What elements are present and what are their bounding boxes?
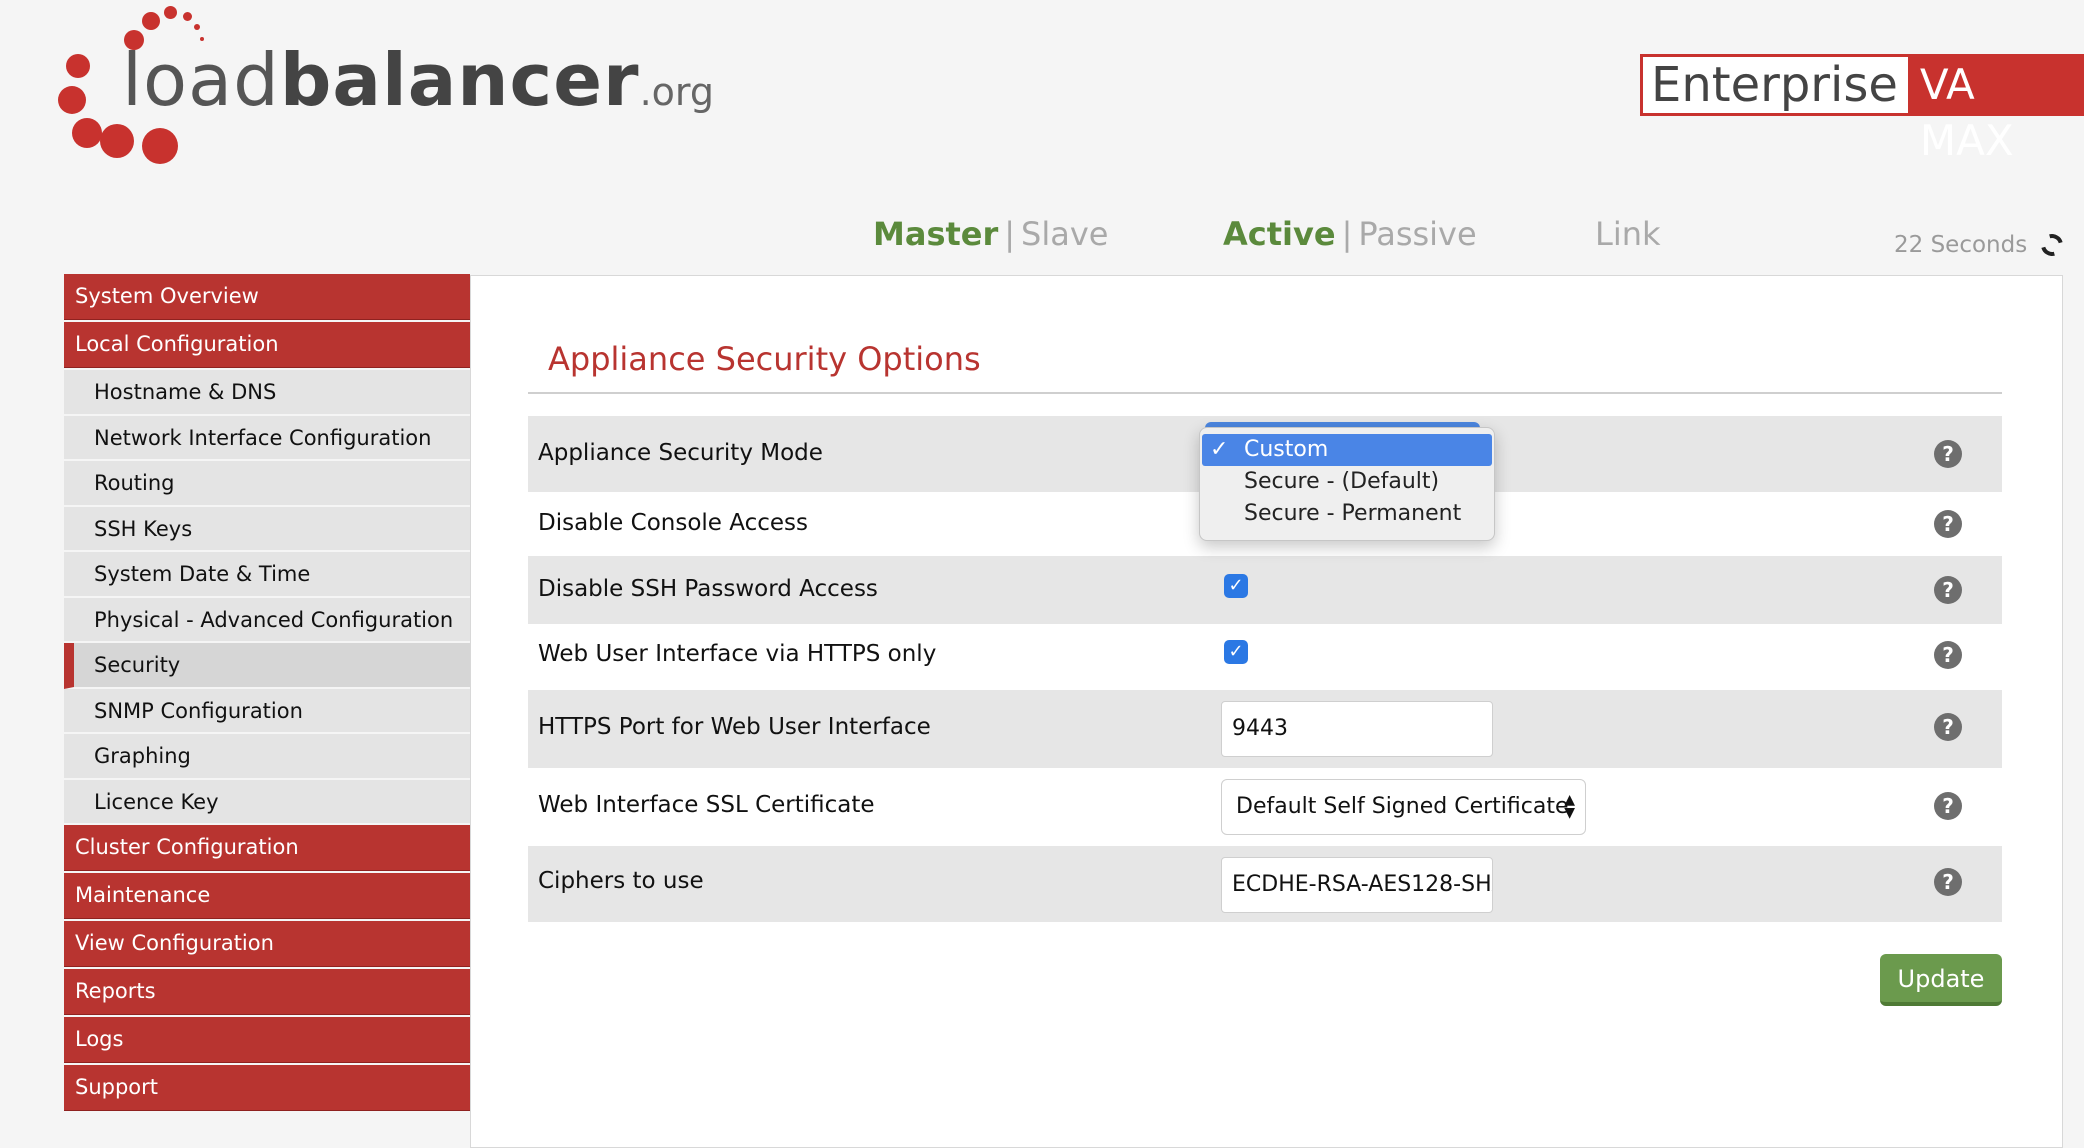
sidebar-item-hostname-dns[interactable]: Hostname & DNS: [64, 370, 470, 416]
label-https-port: HTTPS Port for Web User Interface: [538, 714, 931, 740]
check-icon: ✓: [1210, 437, 1229, 462]
edition-badge: Enterprise VA MAX: [1640, 54, 2084, 165]
sidebar-item-snmp[interactable]: SNMP Configuration: [64, 688, 470, 734]
logo-wordmark: loadbalancer.org: [122, 38, 714, 122]
status-master: Master: [873, 215, 999, 253]
help-icon[interactable]: ?: [1934, 792, 1962, 820]
sidebar-nav: System Overview Local Configuration Host…: [64, 274, 470, 1113]
role-status: Master | Slave: [873, 215, 1109, 253]
ssl-certificate-value: Default Self Signed Certificate: [1236, 794, 1569, 819]
sidebar-item-ssh-keys[interactable]: SSH Keys: [64, 506, 470, 552]
edition-name: Enterprise: [1651, 57, 1898, 113]
status-active: Active: [1223, 215, 1336, 253]
security-mode-dropdown: ✓ Custom Secure - (Default) Secure - Per…: [1199, 427, 1495, 541]
state-status: Active | Passive: [1223, 215, 1477, 253]
sidebar-item-physical-advanced[interactable]: Physical - Advanced Configuration: [64, 597, 470, 643]
label-https-only: Web User Interface via HTTPS only: [538, 641, 937, 667]
https-port-input[interactable]: 9443: [1221, 701, 1493, 757]
link-status: Link: [1595, 215, 1661, 253]
help-icon[interactable]: ?: [1934, 641, 1962, 669]
edition-tier: VA MAX: [1907, 57, 2081, 165]
update-button[interactable]: Update: [1880, 954, 2002, 1006]
label-ssh-password: Disable SSH Password Access: [538, 576, 878, 602]
sidebar-item-logs[interactable]: Logs: [64, 1017, 470, 1063]
title-divider: [528, 392, 2002, 394]
sidebar-item-security[interactable]: Security: [64, 643, 470, 689]
sidebar-item-routing[interactable]: Routing: [64, 461, 470, 507]
ssl-certificate-select[interactable]: Default Self Signed Certificate ▲ ▼: [1221, 779, 1586, 835]
loadbalancer-logo: loadbalancer.org: [58, 0, 714, 175]
dropdown-option-secure-default[interactable]: Secure - (Default): [1202, 466, 1492, 498]
https-only-checkbox[interactable]: ✓: [1224, 640, 1248, 664]
sidebar-item-maintenance[interactable]: Maintenance: [64, 873, 470, 919]
refresh-timer[interactable]: 22 Seconds: [1894, 229, 2068, 261]
sidebar-item-network-interface[interactable]: Network Interface Configuration: [64, 415, 470, 461]
status-slave: Slave: [1021, 215, 1109, 253]
sidebar-item-cluster-configuration[interactable]: Cluster Configuration: [64, 825, 470, 871]
help-icon[interactable]: ?: [1934, 440, 1962, 468]
row-ssh-password: Disable SSH Password Access ✓ ?: [528, 556, 2002, 624]
row-ciphers: Ciphers to use ECDHE-RSA-AES128-SHA256 ?: [528, 846, 2002, 922]
sidebar-item-local-configuration[interactable]: Local Configuration: [64, 322, 470, 368]
sidebar-item-date-time[interactable]: System Date & Time: [64, 552, 470, 598]
label-ssl-certificate: Web Interface SSL Certificate: [538, 792, 875, 818]
sidebar-item-licence-key[interactable]: Licence Key: [64, 779, 470, 825]
select-arrows-icon: ▲ ▼: [1564, 792, 1575, 821]
label-console-access: Disable Console Access: [538, 510, 808, 536]
help-icon[interactable]: ?: [1934, 713, 1962, 741]
help-icon[interactable]: ?: [1934, 868, 1962, 896]
dropdown-option-custom[interactable]: ✓ Custom: [1202, 434, 1492, 466]
refresh-icon[interactable]: [2037, 229, 2068, 261]
status-passive: Passive: [1358, 215, 1477, 253]
label-ciphers: Ciphers to use: [538, 868, 704, 894]
ssh-password-checkbox[interactable]: ✓: [1224, 574, 1248, 598]
cluster-status-bar: Master | Slave Active | Passive Link: [0, 215, 2084, 259]
page-title: Appliance Security Options: [548, 340, 981, 378]
label-security-mode: Appliance Security Mode: [538, 440, 823, 466]
sidebar-item-view-configuration[interactable]: View Configuration: [64, 921, 470, 967]
sidebar-item-reports[interactable]: Reports: [64, 969, 470, 1015]
status-link: Link: [1595, 215, 1661, 253]
sidebar-item-support[interactable]: Support: [64, 1065, 470, 1111]
sidebar-item-graphing[interactable]: Graphing: [64, 734, 470, 780]
row-https-port: HTTPS Port for Web User Interface 9443 ?: [528, 690, 2002, 768]
dropdown-option-secure-permanent[interactable]: Secure - Permanent: [1202, 498, 1492, 530]
help-icon[interactable]: ?: [1934, 576, 1962, 604]
ciphers-input[interactable]: ECDHE-RSA-AES128-SHA256: [1221, 857, 1493, 913]
row-https-only: Web User Interface via HTTPS only ✓ ?: [528, 624, 2002, 690]
refresh-label: 22 Seconds: [1894, 232, 2028, 258]
row-ssl-certificate: Web Interface SSL Certificate Default Se…: [528, 768, 2002, 846]
help-icon[interactable]: ?: [1934, 510, 1962, 538]
sidebar-item-system-overview[interactable]: System Overview: [64, 274, 470, 320]
